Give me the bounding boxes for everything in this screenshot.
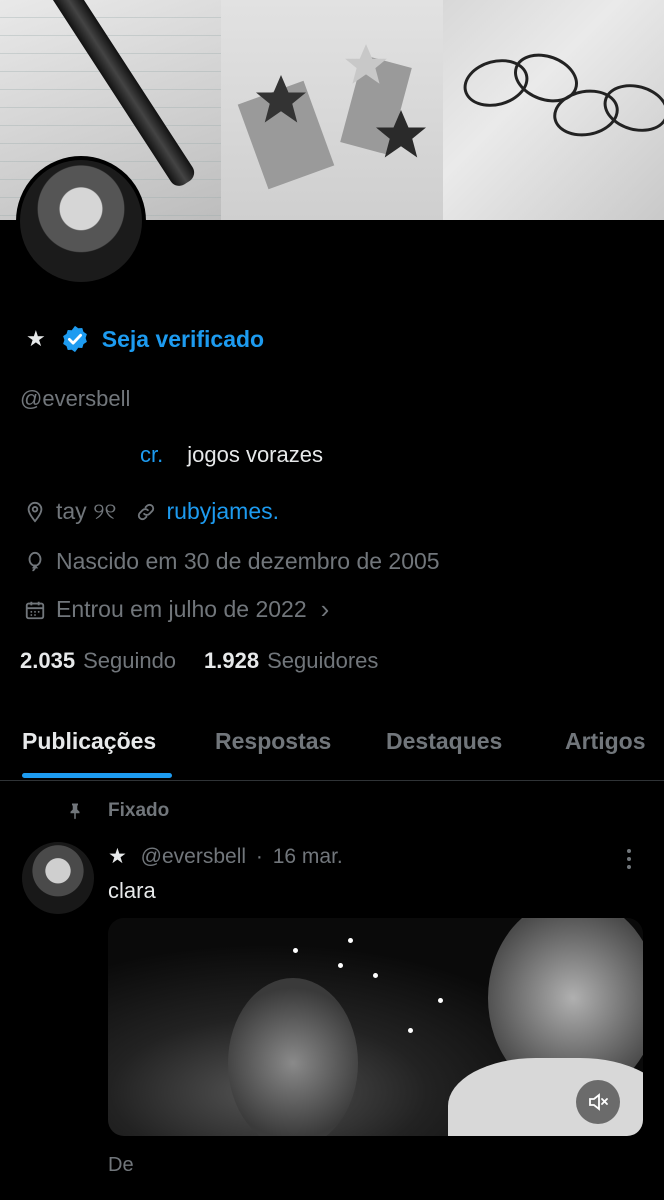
display-name-row: ★ Seja verificado (26, 324, 264, 354)
profile-birthday-row: Nascido em 30 de dezembro de 2005 (24, 548, 440, 575)
tab-publicacoes[interactable]: Publicações (22, 728, 156, 755)
post-date[interactable]: 16 mar. (273, 845, 343, 868)
post-author-star: ★ (108, 845, 127, 868)
mute-toggle-button[interactable] (576, 1080, 620, 1124)
profile-handle: @eversbell (20, 386, 131, 411)
link-icon (137, 503, 154, 520)
pinned-indicator: Fixado (66, 800, 169, 822)
post-footer-text: De (108, 1154, 134, 1176)
pin-icon (70, 803, 80, 820)
following-count: 2.035 (20, 648, 76, 673)
tab-artigos[interactable]: Artigos (565, 728, 646, 755)
banner-image-stars (221, 0, 443, 220)
profile-meta-row: tay ୨୧ rubyjames. (24, 498, 279, 525)
post-separator: · (255, 845, 263, 868)
pinned-label: Fixado (108, 800, 170, 821)
display-name-star: ★ (26, 326, 46, 351)
tab-destaques[interactable]: Destaques (386, 728, 502, 755)
post-video[interactable] (108, 918, 643, 1136)
verified-badge-icon[interactable] (60, 324, 90, 354)
profile-joined-row[interactable]: Entrou em julho de 2022 › (24, 594, 329, 625)
follow-counts: 2.035 Seguindo 1.928 Seguidores (20, 648, 378, 674)
post-text: clara (108, 878, 156, 903)
profile-tabs: Publicações Respostas Destaques Artigos (0, 708, 664, 781)
bio-text: jogos vorazes (187, 442, 323, 467)
bio-prefix-link[interactable]: cr. (140, 442, 163, 468)
post-header: ★ @eversbell · 16 mar. (108, 844, 343, 869)
post-author-handle[interactable]: @eversbell (141, 845, 246, 868)
following-label: Seguindo (83, 648, 177, 673)
profile-birthday: Nascido em 30 de dezembro de 2005 (56, 548, 440, 574)
followers-label: Seguidores (267, 648, 379, 673)
calendar-icon (25, 601, 45, 619)
post-avatar[interactable] (22, 842, 94, 914)
profile-website-link[interactable]: rubyjames. (167, 498, 279, 525)
profile-bio: cr. jogos vorazes (140, 442, 323, 468)
active-tab-indicator (22, 773, 172, 778)
speaker-muted-icon (589, 1093, 608, 1111)
followers-link[interactable]: 1.928 Seguidores (204, 648, 378, 674)
profile-location: tay ୨୧ (56, 498, 117, 524)
tab-respostas[interactable]: Respostas (215, 728, 331, 755)
profile-joined: Entrou em julho de 2022 (56, 596, 307, 622)
profile-avatar[interactable] (16, 156, 146, 286)
followers-count: 1.928 (204, 648, 260, 673)
location-pin-icon (27, 501, 43, 523)
get-verified-link[interactable]: Seja verificado (102, 326, 264, 353)
more-options-icon[interactable] (620, 846, 638, 872)
balloon-icon (28, 551, 42, 571)
chevron-right-icon: › (320, 594, 330, 624)
following-link[interactable]: 2.035 Seguindo (20, 648, 176, 674)
banner-image-bows (442, 0, 664, 220)
